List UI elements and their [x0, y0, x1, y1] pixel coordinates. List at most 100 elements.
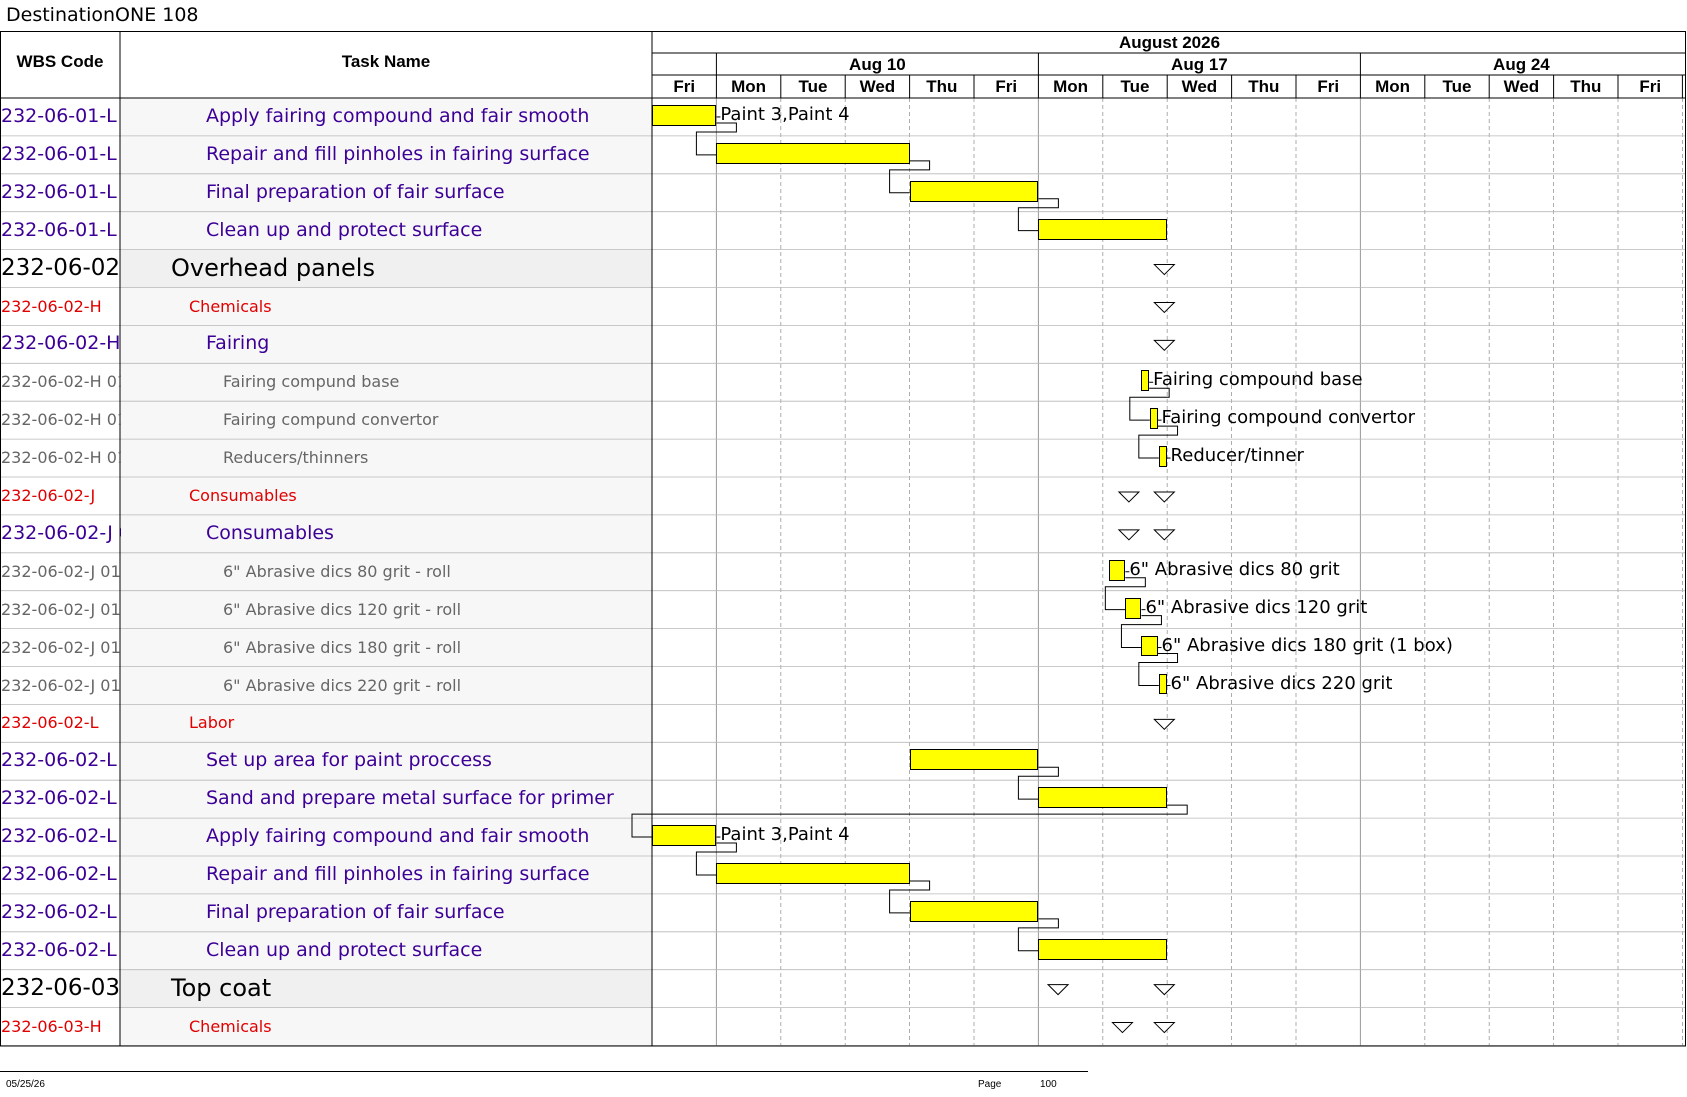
task-name-cell: Final preparation of fair surface	[206, 180, 505, 203]
bar-label: 6" Abrasive dics 80 grit	[1129, 558, 1340, 580]
day-label: Fri	[1317, 77, 1339, 96]
task-name-cell: Fairing compund convertor	[223, 410, 439, 430]
task-name-cell: Apply fairing compound and fair smooth	[206, 825, 590, 848]
task-name-cell: Final preparation of fair surface	[206, 900, 505, 923]
task-name-cell: Chemicals	[189, 1016, 272, 1036]
wbs-cell: 232-06-02-L 04	[1, 863, 121, 885]
task-name-cell: Repair and fill pinholes in fairing surf…	[206, 863, 590, 885]
wbs-cell: 232-06-02-L 01	[1, 749, 121, 772]
day-label: Mon	[731, 77, 766, 96]
day-label: Wed	[1182, 77, 1218, 96]
bar-label: 6" Abrasive dics 220 grit	[1170, 672, 1393, 694]
wbs-cell: 232-06-01-L 04	[1, 218, 121, 241]
footer-page-label: Page	[978, 1079, 1002, 1090]
task-name-cell: Clean up and protect surface	[206, 218, 483, 241]
day-label: Fri	[995, 77, 1017, 96]
milestone-marker	[1153, 984, 1176, 996]
day-label: Thu	[1248, 77, 1279, 96]
task-bar[interactable]	[1109, 559, 1126, 581]
day-label: Thu	[1570, 77, 1601, 96]
footer-date: 05/25/26	[6, 1079, 45, 1090]
bar-label: Fairing compound base	[1153, 369, 1363, 391]
wbs-cell: 232-06-03	[1, 974, 121, 1001]
milestone-marker	[1153, 491, 1176, 503]
bar-label: Fairing compound convertor	[1161, 407, 1415, 429]
task-bar[interactable]	[1038, 787, 1168, 809]
task-name-cell: 6" Abrasive dics 220 grit - roll	[223, 675, 462, 695]
week-label: Aug 24	[1493, 55, 1550, 74]
task-name-header: Task Name	[342, 52, 431, 71]
footer-page-number: 100	[1040, 1079, 1057, 1090]
wbs-cell: 232-06-02-L 06	[1, 938, 121, 961]
task-bar[interactable]	[909, 749, 1039, 771]
wbs-cell: 232-06-02-J 01	[1, 637, 121, 657]
task-bar[interactable]	[716, 863, 910, 884]
task-name-cell: Chemicals	[189, 296, 272, 316]
task-bar[interactable]	[1149, 408, 1158, 430]
task-name-cell: Fairing	[206, 332, 270, 355]
document-title: DestinationONE 108	[6, 4, 199, 26]
day-label: Mon	[1053, 77, 1088, 96]
wbs-code-header: WBS Code	[17, 52, 104, 71]
bar-label: 6" Abrasive dics 120 grit	[1145, 596, 1368, 618]
task-bar[interactable]	[652, 825, 717, 846]
wbs-cell: 232-06-02	[1, 254, 121, 281]
milestone-marker	[1046, 984, 1070, 996]
day-label: Fri	[1639, 77, 1661, 96]
day-label: Wed	[1504, 77, 1540, 96]
task-name-cell: Reducers/thinners	[223, 448, 369, 468]
wbs-cell: 232-06-02-H	[1, 296, 102, 316]
bar-label: 6" Abrasive dics 180 grit (1 box)	[1161, 634, 1453, 656]
task-name-cell: Repair and fill pinholes in fairing surf…	[206, 142, 590, 165]
task-bar[interactable]	[909, 900, 1039, 922]
task-bar[interactable]	[1141, 635, 1158, 657]
milestone-marker	[1153, 718, 1176, 731]
day-label: Tue	[1443, 77, 1472, 96]
task-name-cell: Consumables	[206, 521, 334, 544]
task-bar[interactable]	[1141, 370, 1150, 392]
bar-label: Paint 3,Paint 4	[720, 104, 850, 125]
bar-label: Paint 3,Paint 4	[720, 824, 850, 846]
day-label: Wed	[860, 77, 896, 96]
task-bar[interactable]	[1125, 597, 1142, 619]
milestone-marker	[1153, 301, 1176, 314]
milestone-marker	[1117, 529, 1141, 541]
wbs-cell: 232-06-03-H	[1, 1016, 102, 1036]
wbs-cell: 232-06-02-H 01	[1, 372, 121, 392]
wbs-cell: 232-06-02-J	[1, 486, 96, 505]
milestone-marker	[1111, 1022, 1134, 1034]
task-name-cell: Top coat	[171, 973, 272, 1002]
wbs-cell: 232-06-02-H 01	[1, 410, 121, 430]
milestone-marker	[1153, 264, 1176, 276]
week-label: Aug 10	[849, 55, 906, 74]
task-name-cell: Consumables	[189, 486, 297, 505]
week-label: Aug 17	[1171, 55, 1228, 74]
task-name-cell: 6" Abrasive dics 180 grit - roll	[223, 637, 462, 657]
wbs-cell: 232-06-01-L 01	[1, 105, 121, 127]
bar-label: Reducer/tinner	[1170, 445, 1304, 467]
task-bar[interactable]	[1158, 446, 1167, 467]
wbs-cell: 232-06-02-H 01	[1, 448, 121, 468]
wbs-cell: 232-06-02-J 01	[1, 521, 121, 544]
task-bar[interactable]	[652, 105, 717, 126]
milestone-marker	[1153, 1022, 1176, 1034]
wbs-cell: 232-06-02-J 01	[1, 561, 121, 581]
task-name-cell: 6" Abrasive dics 80 grit - roll	[223, 561, 451, 581]
milestone-marker	[1153, 339, 1176, 352]
day-label: Mon	[1375, 77, 1410, 96]
task-bar[interactable]	[1158, 673, 1167, 695]
wbs-cell: 232-06-02-L	[1, 713, 99, 733]
wbs-cell: 232-06-02-H 01	[1, 332, 121, 355]
task-bar[interactable]	[1038, 218, 1168, 240]
task-name-cell: Clean up and protect surface	[206, 938, 483, 961]
task-name-cell: Fairing compund base	[223, 372, 400, 392]
day-label: Tue	[799, 77, 828, 96]
day-label: Thu	[926, 77, 957, 96]
task-bar[interactable]	[1038, 938, 1168, 960]
wbs-cell: 232-06-02-L 03	[1, 825, 121, 848]
wbs-cell: 232-06-02-L 02	[1, 787, 121, 810]
task-name-cell: Set up area for paint proccess	[206, 749, 492, 772]
task-bar[interactable]	[716, 142, 910, 164]
task-bar[interactable]	[909, 180, 1039, 202]
wbs-cell: 232-06-02-J 01	[1, 675, 121, 695]
